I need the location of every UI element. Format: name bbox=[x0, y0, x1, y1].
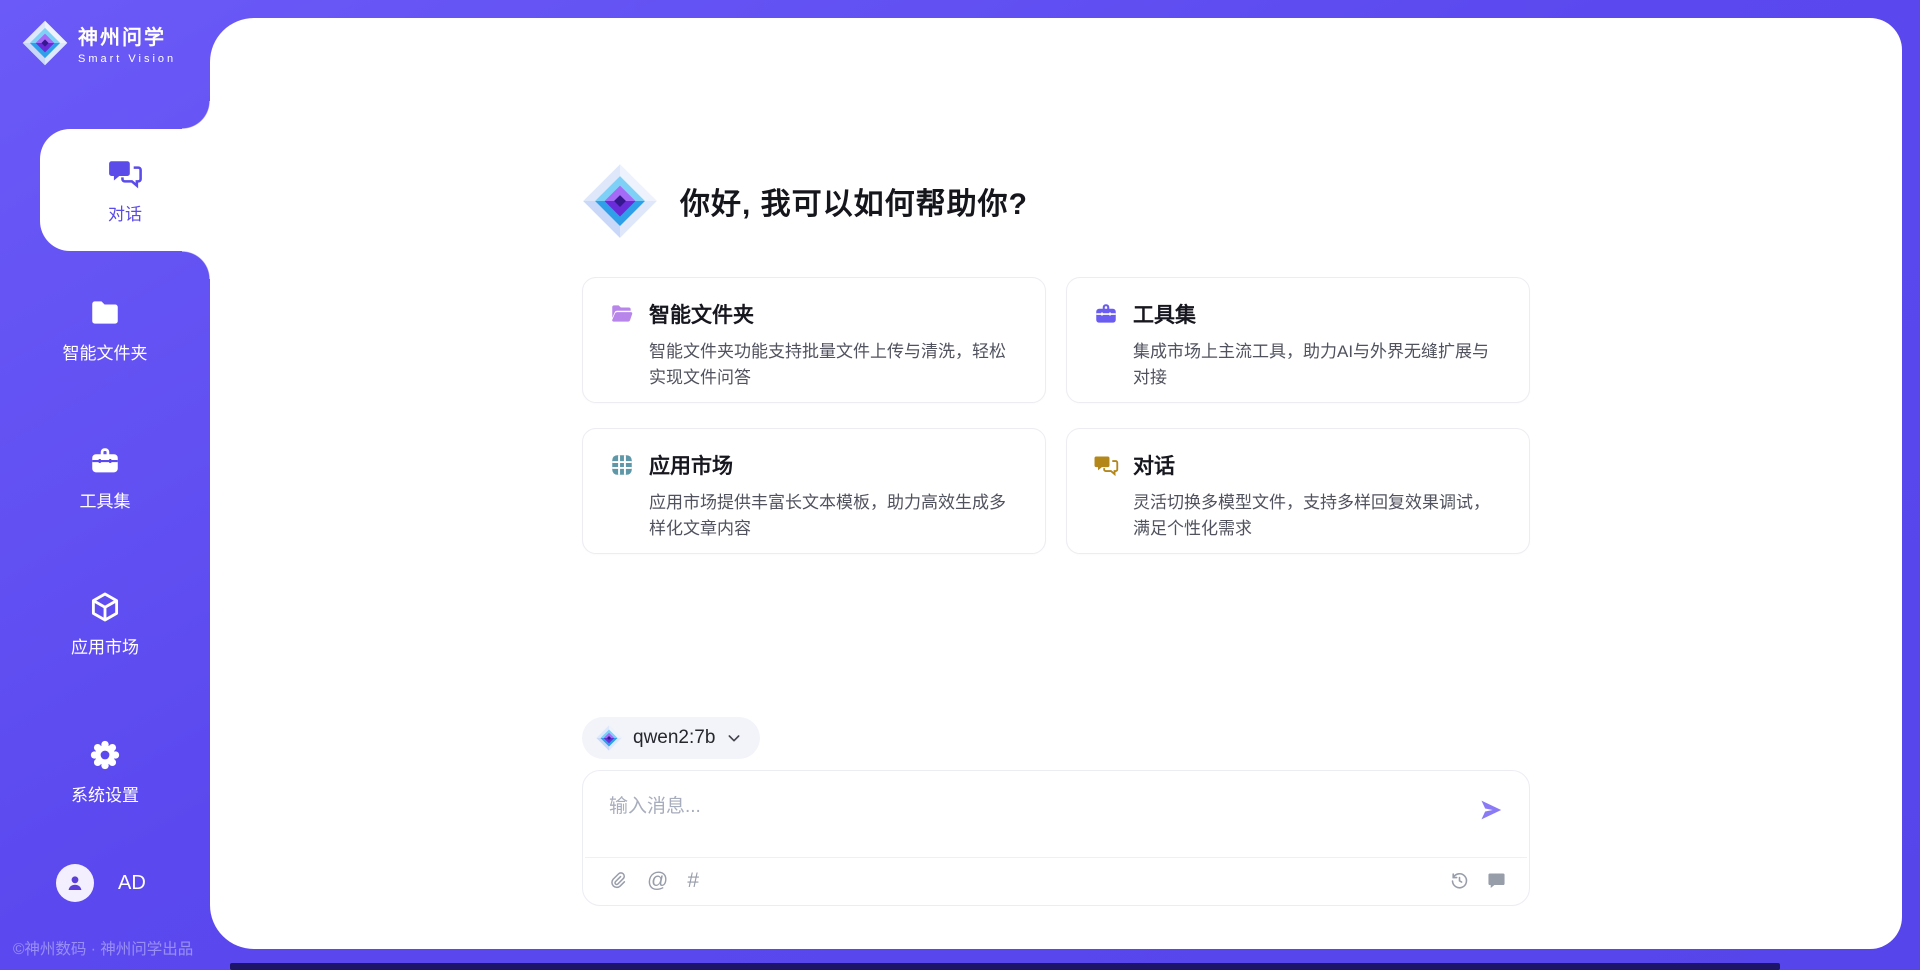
folder-icon bbox=[88, 296, 122, 330]
composer-toolbar: @ # bbox=[583, 858, 1529, 905]
cube-icon bbox=[88, 590, 122, 624]
chevron-down-icon bbox=[726, 730, 742, 746]
card-title: 工具集 bbox=[1133, 299, 1196, 329]
model-selector[interactable]: qwen2:7b bbox=[582, 717, 760, 759]
main-panel: 你好, 我可以如何帮助你? 智能文件夹 智能文件夹功能支持批量文件上传与清洗，轻… bbox=[210, 18, 1902, 949]
card-chat[interactable]: 对话 灵活切换多模型文件，支持多样回复效果调试，满足个性化需求 bbox=[1066, 428, 1530, 554]
greeting-logo-icon bbox=[582, 163, 658, 239]
greeting: 你好, 我可以如何帮助你? bbox=[582, 163, 1530, 239]
sidebar-item-chat[interactable]: 对话 bbox=[40, 129, 210, 251]
feature-cards: 智能文件夹 智能文件夹功能支持批量文件上传与清洗，轻松实现文件问答 工具集 集成… bbox=[582, 277, 1530, 554]
card-toolset[interactable]: 工具集 集成市场上主流工具，助力AI与外界无缝扩展与对接 bbox=[1066, 277, 1530, 403]
new-chat-button[interactable] bbox=[1486, 870, 1507, 891]
send-icon bbox=[1478, 797, 1504, 823]
card-description: 应用市场提供丰富长文本模板，助力高效生成多样化文章内容 bbox=[649, 490, 1019, 541]
message-input[interactable] bbox=[583, 771, 1529, 857]
sidebar-item-smart-folder[interactable]: 智能文件夹 bbox=[0, 296, 210, 364]
brand-subtitle: Smart Vision bbox=[78, 53, 176, 65]
grid-icon bbox=[609, 452, 635, 478]
card-app-market[interactable]: 应用市场 应用市场提供丰富长文本模板，助力高效生成多样化文章内容 bbox=[582, 428, 1046, 554]
folder-open-icon bbox=[609, 301, 635, 327]
user-profile[interactable]: AD bbox=[56, 864, 146, 902]
card-title: 应用市场 bbox=[649, 450, 733, 480]
chat-bubble-icon bbox=[1093, 452, 1119, 478]
message-icon bbox=[1486, 870, 1507, 891]
sidebar-item-label: 系统设置 bbox=[71, 781, 139, 806]
sidebar-item-label: 对话 bbox=[108, 200, 142, 225]
gear-icon bbox=[88, 738, 122, 772]
card-description: 智能文件夹功能支持批量文件上传与清洗，轻松实现文件问答 bbox=[649, 339, 1019, 390]
card-title: 对话 bbox=[1133, 450, 1175, 480]
sidebar-item-label: 工具集 bbox=[80, 487, 131, 512]
attach-button[interactable] bbox=[607, 870, 628, 891]
model-logo-icon bbox=[596, 725, 622, 751]
sidebar: 神州问学 Smart Vision 对话 智能文件夹 工具集 应用市场 bbox=[0, 0, 210, 970]
hash-icon: # bbox=[687, 870, 699, 891]
card-description: 灵活切换多模型文件，支持多样回复效果调试，满足个性化需求 bbox=[1133, 490, 1503, 541]
user-initials: AD bbox=[118, 872, 146, 895]
user-icon bbox=[63, 871, 87, 895]
at-icon: @ bbox=[647, 870, 668, 891]
mention-button[interactable]: @ bbox=[647, 870, 668, 891]
history-button[interactable] bbox=[1449, 870, 1470, 891]
history-icon bbox=[1449, 870, 1470, 891]
brand-name: 神州问学 bbox=[78, 21, 176, 50]
card-smart-folder[interactable]: 智能文件夹 智能文件夹功能支持批量文件上传与清洗，轻松实现文件问答 bbox=[582, 277, 1046, 403]
sidebar-item-label: 应用市场 bbox=[71, 633, 139, 658]
brand: 神州问学 Smart Vision bbox=[22, 20, 176, 66]
greeting-title: 你好, 我可以如何帮助你? bbox=[680, 179, 1028, 223]
topic-button[interactable]: # bbox=[687, 870, 699, 891]
copyright-footer: ©神州数码 · 神州问学出品 bbox=[13, 937, 193, 959]
brand-logo-icon bbox=[22, 20, 68, 66]
card-description: 集成市场上主流工具，助力AI与外界无缝扩展与对接 bbox=[1133, 339, 1503, 390]
sidebar-item-toolset[interactable]: 工具集 bbox=[0, 444, 210, 512]
sidebar-item-label: 智能文件夹 bbox=[63, 339, 148, 364]
toolbox-icon bbox=[88, 444, 122, 478]
toolbox-icon bbox=[1093, 301, 1119, 327]
card-title: 智能文件夹 bbox=[649, 299, 754, 329]
chat-icon bbox=[107, 155, 143, 191]
avatar bbox=[56, 864, 94, 902]
sidebar-item-app-market[interactable]: 应用市场 bbox=[0, 590, 210, 658]
bottom-strip bbox=[230, 963, 1780, 970]
message-composer: @ # bbox=[582, 770, 1530, 906]
send-button[interactable] bbox=[1477, 797, 1505, 825]
paperclip-icon bbox=[607, 870, 628, 891]
model-name: qwen2:7b bbox=[633, 727, 715, 749]
sidebar-item-settings[interactable]: 系统设置 bbox=[0, 738, 210, 806]
